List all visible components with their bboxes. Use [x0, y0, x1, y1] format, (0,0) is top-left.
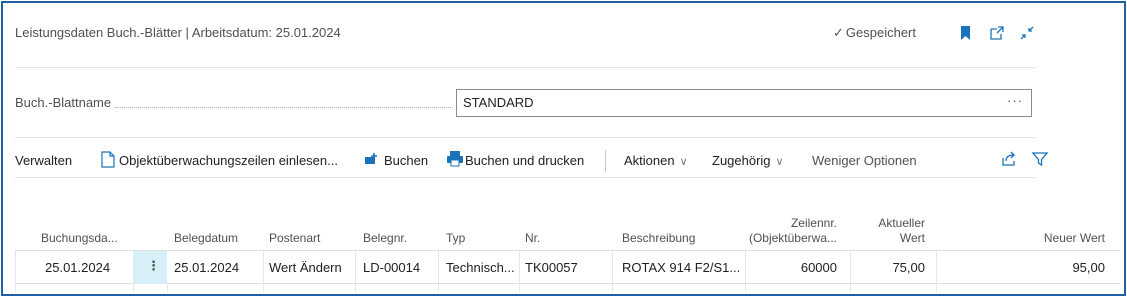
- action-bar-divider: [605, 150, 606, 172]
- col-line-no[interactable]: Zeilennr. (Objektüberwa...: [745, 216, 837, 246]
- document-import-icon: [101, 151, 115, 171]
- related-menu[interactable]: Zugehörig ∨: [712, 153, 784, 168]
- collapse-icon[interactable]: [1019, 25, 1037, 43]
- col-divider: [612, 251, 613, 284]
- share-icon[interactable]: [1001, 151, 1017, 170]
- col-line-no-label-1: Zeilennr.: [790, 216, 837, 230]
- col-description[interactable]: Beschreibung: [622, 231, 695, 246]
- bookmark-icon[interactable]: [959, 25, 977, 43]
- col-divider: [612, 284, 613, 292]
- col-divider: [745, 251, 746, 284]
- post-icon: [364, 152, 380, 169]
- journal-name-input[interactable]: STANDARD ···: [456, 89, 1032, 117]
- row-border-left: [15, 251, 16, 284]
- col-divider: [133, 284, 134, 292]
- col-current-value-label-1: Aktueller: [878, 216, 925, 230]
- grid-header: Buchungsda... Belegdatum Postenart Beleg…: [15, 207, 1120, 251]
- action-bar: Verwalten Objektüberwachungszeilen einle…: [15, 149, 1095, 173]
- col-document-date[interactable]: Belegdatum: [174, 231, 238, 246]
- col-type[interactable]: Typ: [446, 231, 465, 246]
- checkmark-icon: ✓: [833, 25, 844, 40]
- empty-row[interactable]: [15, 284, 1120, 292]
- col-divider: [263, 251, 264, 284]
- table-row[interactable]: 25.01.2024 ⋮ 25.01.2024 Wert Ändern LD-0…: [15, 251, 1120, 284]
- col-divider: [936, 284, 937, 292]
- col-posting-date[interactable]: Buchungsda...: [41, 231, 118, 246]
- related-menu-label: Zugehörig: [712, 153, 771, 168]
- journal-lines-grid: Buchungsda... Belegdatum Postenart Beleg…: [15, 207, 1120, 292]
- journal-name-field-row: Buch.-Blattname STANDARD ···: [15, 89, 1032, 117]
- col-current-value-label-2: Wert: [899, 231, 925, 245]
- col-new-value[interactable]: Neuer Wert: [1005, 231, 1105, 246]
- read-monitoring-lines-button[interactable]: Objektüberwachungszeilen einlesen...: [119, 153, 338, 168]
- page-frame: Leistungsdaten Buch.-Blätter | Arbeitsda…: [1, 1, 1126, 296]
- post-print-icon: [446, 150, 464, 170]
- fewer-options-button[interactable]: Weniger Optionen: [812, 153, 917, 168]
- actions-menu[interactable]: Aktionen ∨: [624, 153, 688, 168]
- col-current-value[interactable]: Aktueller Wert: [855, 216, 925, 246]
- cell-description[interactable]: ROTAX 914 F2/S1...: [622, 260, 740, 275]
- page-title: Leistungsdaten Buch.-Blätter | Arbeitsda…: [15, 25, 341, 40]
- actions-menu-label: Aktionen: [624, 153, 675, 168]
- post-and-print-button[interactable]: Buchen und drucken: [465, 153, 584, 168]
- header-divider: [15, 67, 1035, 68]
- col-divider: [438, 284, 439, 292]
- col-divider: [355, 284, 356, 292]
- cell-document-date[interactable]: 25.01.2024: [174, 260, 239, 275]
- action-bar-divider-line: [15, 177, 1035, 178]
- field-divider: [15, 137, 1035, 138]
- col-divider: [438, 251, 439, 284]
- cell-document-no[interactable]: LD-00014: [363, 260, 420, 275]
- col-divider: [263, 284, 264, 292]
- cell-posting-date[interactable]: 25.01.2024: [45, 260, 110, 275]
- filter-icon[interactable]: [1031, 151, 1049, 170]
- col-line-no-label-2: (Objektüberwa...: [748, 231, 837, 245]
- col-divider: [355, 251, 356, 284]
- page-header: Leistungsdaten Buch.-Blätter | Arbeitsda…: [15, 25, 1112, 45]
- col-divider: [745, 284, 746, 292]
- col-divider: [519, 284, 520, 292]
- manage-button[interactable]: Verwalten: [15, 153, 72, 168]
- col-document-no[interactable]: Belegnr.: [363, 231, 407, 246]
- col-entry-type[interactable]: Postenart: [269, 231, 320, 246]
- cell-entry-type[interactable]: Wert Ändern: [269, 260, 342, 275]
- journal-name-value: STANDARD: [463, 95, 534, 110]
- more-options-icon[interactable]: ···: [1007, 93, 1023, 108]
- col-divider: [519, 251, 520, 284]
- chevron-down-icon: ∨: [775, 156, 784, 168]
- cell-line-no[interactable]: 60000: [755, 260, 837, 275]
- col-divider: [167, 284, 168, 292]
- cell-no[interactable]: TK00057: [525, 260, 578, 275]
- field-leader-dots: [115, 107, 453, 108]
- post-button[interactable]: Buchen: [384, 153, 428, 168]
- journal-name-label: Buch.-Blattname: [15, 95, 116, 110]
- cell-new-value[interactable]: 95,00: [1005, 260, 1105, 275]
- row-menu-icon[interactable]: ⋮: [147, 258, 160, 274]
- cell-current-value[interactable]: 75,00: [855, 260, 925, 275]
- cell-type[interactable]: Technisch...: [446, 260, 515, 275]
- col-divider: [850, 251, 851, 284]
- open-new-window-icon[interactable]: [989, 25, 1007, 43]
- row-actions-cell[interactable]: ⋮: [133, 251, 167, 284]
- chevron-down-icon: ∨: [679, 156, 688, 168]
- saved-label: Gespeichert: [845, 25, 916, 40]
- row-border-left: [15, 284, 16, 292]
- col-divider: [936, 251, 937, 284]
- col-divider: [850, 284, 851, 292]
- saved-status: ✓ Gespeichert: [833, 25, 916, 41]
- col-no[interactable]: Nr.: [525, 231, 540, 246]
